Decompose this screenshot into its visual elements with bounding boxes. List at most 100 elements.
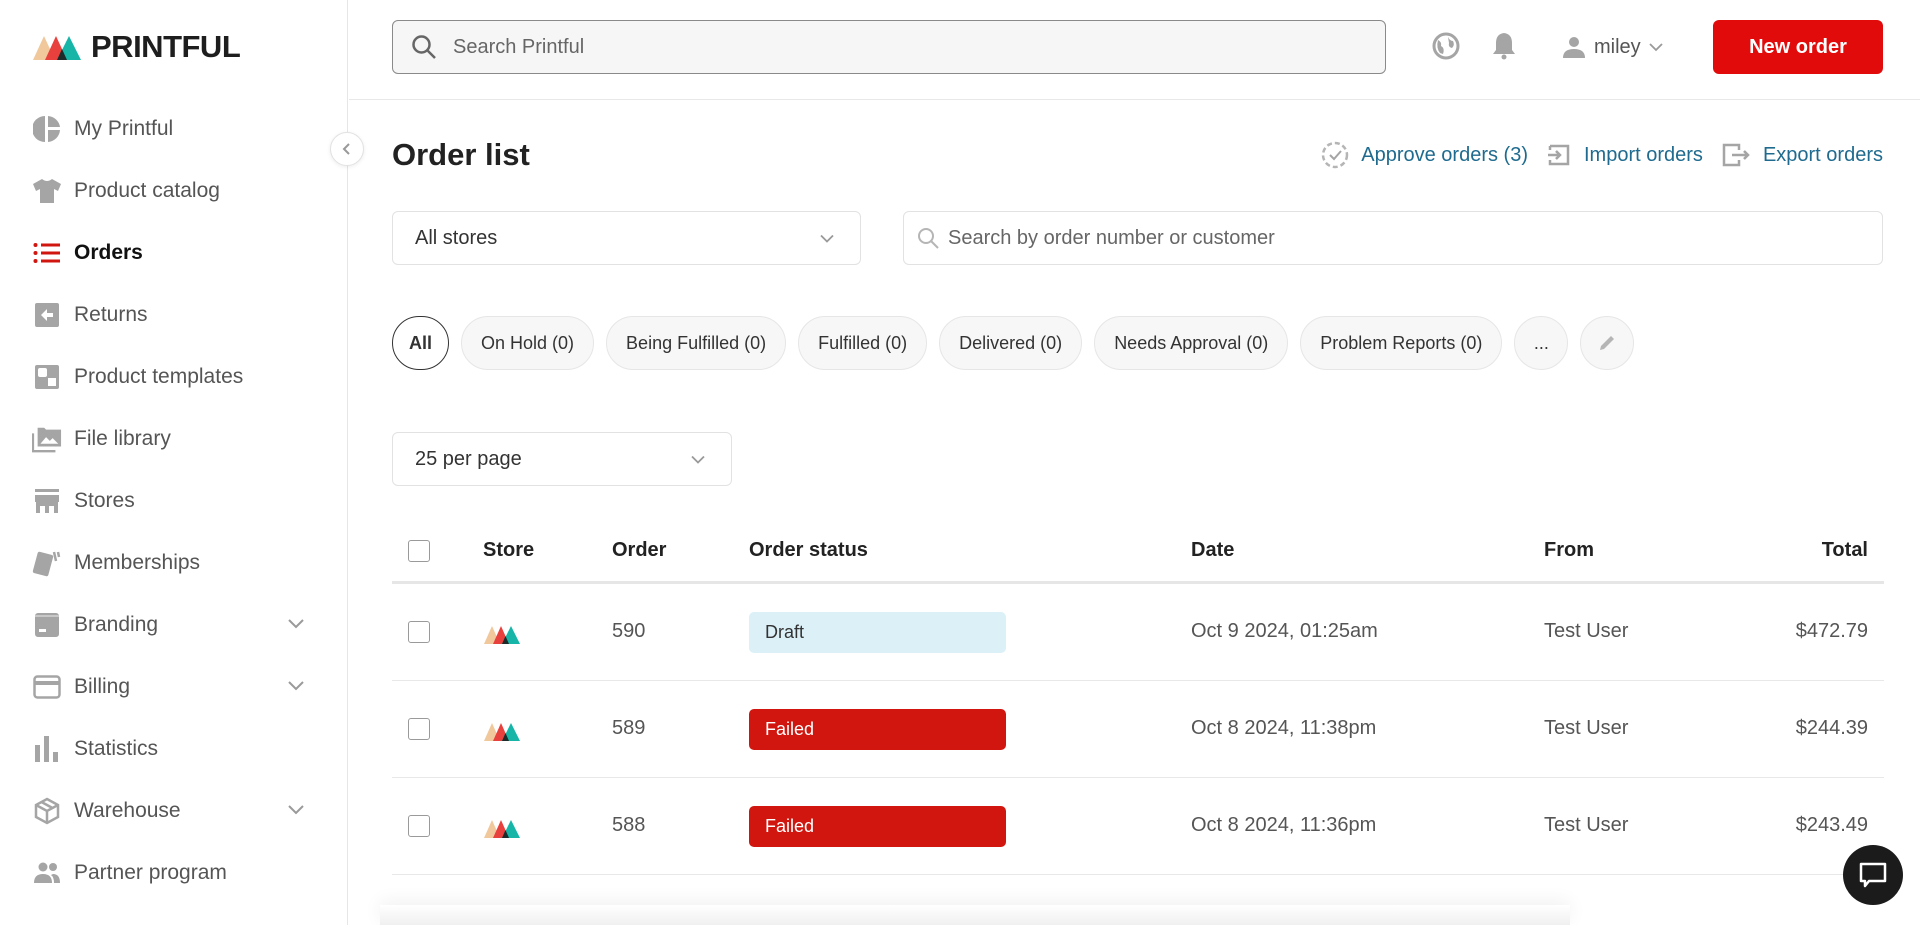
list-icon <box>32 238 62 268</box>
order-actions: Approve orders (3) Import orders Export … <box>1321 141 1883 169</box>
row-checkbox[interactable] <box>408 621 430 643</box>
notifications-button[interactable] <box>1489 31 1519 61</box>
global-search-input[interactable] <box>453 35 1353 59</box>
chip-fulfilled[interactable]: Fulfilled (0) <box>798 316 928 370</box>
sidebar-item-label: Billing <box>74 675 131 698</box>
sidebar-item-branding[interactable]: Branding <box>0 594 348 656</box>
sidebar-item-label: Orders <box>74 241 143 264</box>
chevron-down-icon[interactable] <box>288 802 304 820</box>
order-total: $472.79 <box>1795 620 1868 642</box>
language-globe-button[interactable] <box>1431 31 1461 61</box>
printful-logo[interactable]: PRINTFUL <box>33 29 241 64</box>
return-arrow-icon <box>32 300 62 330</box>
sidebar-item-product-templates[interactable]: Product templates <box>0 346 348 408</box>
sidebar-item-label: Memberships <box>74 551 201 574</box>
sidebar-item-my-printful[interactable]: My Printful <box>0 98 348 160</box>
order-total: $243.49 <box>1795 814 1868 836</box>
status-badge: Failed <box>749 806 1006 847</box>
sidebar-item-orders[interactable]: Orders <box>0 222 348 284</box>
order-number[interactable]: 588 <box>612 814 645 837</box>
user-menu[interactable]: miley <box>1562 30 1663 64</box>
row-checkbox[interactable] <box>408 815 430 837</box>
store-logo-icon <box>484 626 520 644</box>
chip-problem-reports[interactable]: Problem Reports (0) <box>1300 316 1503 370</box>
sidebar-item-warehouse[interactable]: Warehouse <box>0 780 348 842</box>
export-orders-label: Export orders <box>1762 143 1883 166</box>
user-icon <box>1563 37 1585 58</box>
order-search[interactable] <box>903 211 1883 265</box>
order-date: Oct 8 2024, 11:38pm <box>1191 717 1377 739</box>
sidebar-item-label: Product templates <box>74 365 244 388</box>
column-header-date[interactable]: Date <box>1191 539 1234 562</box>
sidebar-item-file-library[interactable]: File library <box>0 408 348 470</box>
dashboard-pie-icon <box>32 114 62 144</box>
import-orders-label: Import orders <box>1584 143 1703 166</box>
main-content: Order list Approve orders (3) Import ord… <box>349 101 1920 925</box>
order-search-input[interactable] <box>948 226 1848 250</box>
sidebar-item-stores[interactable]: Stores <box>0 470 348 532</box>
sidebar-item-label: Product catalog <box>74 179 220 202</box>
search-icon <box>918 228 939 249</box>
chip-on-hold[interactable]: On Hold (0) <box>461 316 595 370</box>
column-header-total[interactable]: Total <box>1822 539 1868 562</box>
sidebar-item-label: My Printful <box>74 117 174 140</box>
templates-icon <box>32 362 62 392</box>
approve-check-icon <box>1322 141 1349 169</box>
sidebar-item-statistics[interactable]: Statistics <box>0 718 348 780</box>
table-row[interactable]: 590 Draft Oct 9 2024, 01:25am Test User … <box>392 584 1884 681</box>
store-filter-select[interactable]: All stores <box>392 211 861 265</box>
export-orders-link[interactable]: Export orders <box>1721 142 1883 168</box>
chip-all[interactable]: All <box>392 316 449 370</box>
printful-mountains-icon <box>33 36 81 60</box>
order-number[interactable]: 589 <box>612 717 645 740</box>
order-from: Test User <box>1544 814 1629 836</box>
sidebar-item-partner-program[interactable]: Partner program <box>0 842 348 904</box>
sidebar-item-memberships[interactable]: Memberships <box>0 532 348 594</box>
sidebar-item-returns[interactable]: Returns <box>0 284 348 346</box>
bottom-panel-shadow <box>380 905 1570 925</box>
row-checkbox[interactable] <box>408 718 430 740</box>
approve-orders-link[interactable]: Approve orders (3) <box>1321 141 1528 169</box>
package-icon <box>32 796 62 826</box>
pencil-icon <box>1600 336 1615 350</box>
sidebar-item-product-catalog[interactable]: Product catalog <box>0 160 348 222</box>
global-search[interactable] <box>392 20 1386 74</box>
import-orders-link[interactable]: Import orders <box>1546 142 1703 168</box>
chevron-down-icon[interactable] <box>288 678 304 696</box>
status-badge: Draft <box>749 612 1006 653</box>
column-header-from[interactable]: From <box>1544 539 1594 562</box>
orders-table: Store Order Order status Date From Total… <box>392 521 1884 875</box>
chevron-down-icon <box>691 448 705 471</box>
per-page-select[interactable]: 25 per page <box>392 432 732 486</box>
chip-needs-approval[interactable]: Needs Approval (0) <box>1094 316 1289 370</box>
chip-more[interactable]: ... <box>1514 316 1569 370</box>
table-row[interactable]: 589 Failed Oct 8 2024, 11:38pm Test User… <box>392 681 1884 778</box>
select-all-checkbox[interactable] <box>408 540 430 562</box>
chip-being-fulfilled[interactable]: Being Fulfilled (0) <box>606 316 787 370</box>
globe-icon <box>1432 32 1460 60</box>
chevron-down-icon[interactable] <box>288 616 304 634</box>
edit-chips-button[interactable] <box>1580 316 1635 370</box>
collapse-sidebar-button[interactable] <box>330 132 364 166</box>
column-header-store[interactable]: Store <box>483 539 534 562</box>
status-badge: Failed <box>749 709 1006 750</box>
new-order-button[interactable]: New order <box>1713 20 1883 74</box>
table-row[interactable]: 588 Failed Oct 8 2024, 11:36pm Test User… <box>392 778 1884 875</box>
order-number[interactable]: 590 <box>612 620 645 643</box>
sidebar-item-label: Statistics <box>74 737 159 760</box>
people-icon <box>32 858 62 888</box>
column-header-order[interactable]: Order <box>612 539 666 562</box>
user-name: miley <box>1594 35 1641 58</box>
chip-delivered[interactable]: Delivered (0) <box>939 316 1083 370</box>
sidebar-item-label: Warehouse <box>74 799 181 822</box>
order-date: Oct 9 2024, 01:25am <box>1191 620 1378 642</box>
store-filter-value: All stores <box>415 226 498 249</box>
credit-card-icon <box>32 672 62 702</box>
sidebar-item-label: Stores <box>74 489 135 512</box>
chat-support-button[interactable] <box>1843 845 1903 905</box>
chevron-down-icon <box>820 227 834 250</box>
sidebar-item-billing[interactable]: Billing <box>0 656 348 718</box>
image-library-icon <box>32 424 62 454</box>
column-header-order-status[interactable]: Order status <box>749 539 868 562</box>
approve-orders-label: Approve orders (3) <box>1361 143 1528 166</box>
